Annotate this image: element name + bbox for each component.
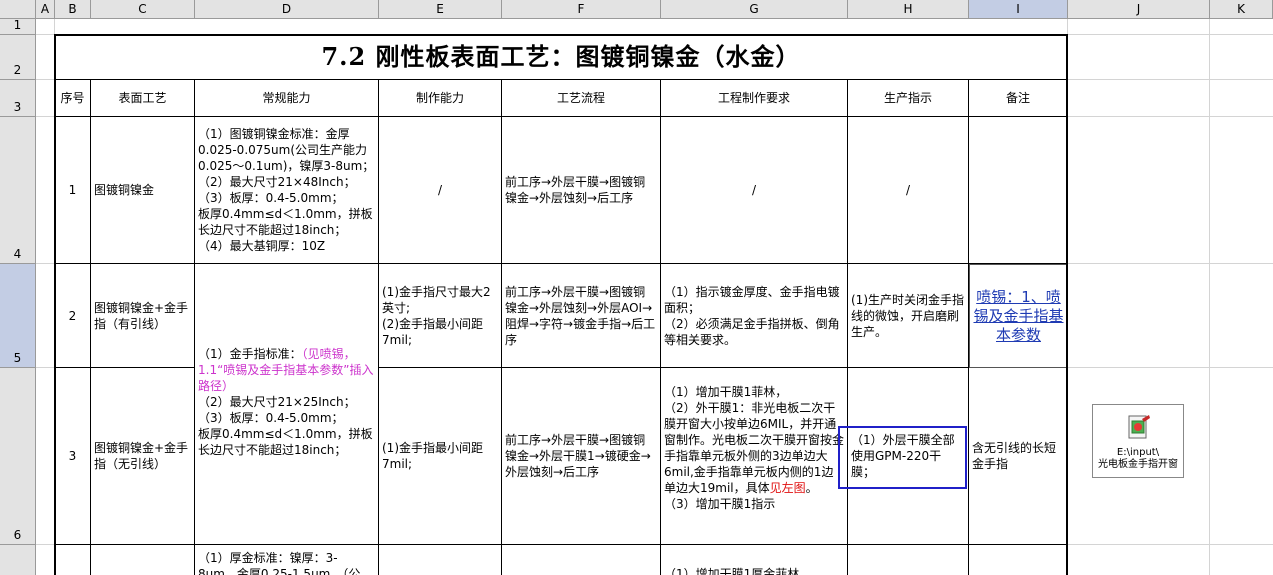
row1-process[interactable]: 图镀铜镍金: [91, 117, 195, 264]
row3-flow[interactable]: 前工序→外层干膜→图镀铜镍金→外层干膜1→镀硬金→外层蚀刻→后工序: [502, 368, 661, 545]
row1-normal-capability[interactable]: （1）图镀铜镍金标准：金厚0.025-0.075um(公司生产能力0.025～0…: [195, 117, 379, 264]
header-normal-capability[interactable]: 常规能力: [195, 80, 379, 117]
row1-production[interactable]: /: [848, 117, 969, 264]
row1-capability[interactable]: /: [379, 117, 502, 264]
row4-normal-capability[interactable]: （1）厚金标准：镍厚：3-8um，金厚0.25-1.5um，（公: [195, 545, 379, 575]
column-header-a[interactable]: A: [36, 0, 55, 19]
row4-production[interactable]: [848, 545, 969, 575]
header-production[interactable]: 生产指示: [848, 80, 969, 117]
row-header-6[interactable]: 6: [0, 368, 36, 545]
remark-hyperlink[interactable]: 喷锡：1、喷锡及金手指基本参数: [973, 288, 1064, 345]
header-no[interactable]: 序号: [55, 80, 91, 117]
engineering-text: （1）增加干膜1菲林， （2）外干膜1：非光电板二次干膜开窗大小按单边6MIL，…: [664, 385, 845, 495]
select-all-corner[interactable]: [0, 0, 36, 19]
package-object-icon: [1128, 415, 1150, 439]
row3-engineering[interactable]: （1）增加干膜1菲林， （2）外干膜1：非光电板二次干膜开窗大小按单边6MIL，…: [661, 368, 848, 545]
row3-capability[interactable]: (1)金手指最小间距7mil;: [379, 368, 502, 545]
column-header-c[interactable]: C: [91, 0, 195, 19]
row3-no[interactable]: 3: [55, 368, 91, 545]
header-capability[interactable]: 制作能力: [379, 80, 502, 117]
column-header-b[interactable]: B: [55, 0, 91, 19]
row4-capability[interactable]: [379, 545, 502, 575]
row-header-4[interactable]: 4: [0, 117, 36, 264]
row1-remark[interactable]: [969, 117, 1068, 264]
normal-capability-line1: （1）金手指标准：: [198, 347, 302, 361]
header-flow[interactable]: 工艺流程: [502, 80, 661, 117]
row3-remark[interactable]: 含无引线的长短金手指: [969, 368, 1068, 545]
row4-flow[interactable]: [502, 545, 661, 575]
row-header-7[interactable]: [0, 545, 36, 575]
sheet-title[interactable]: 7.2 刚性板表面工艺：图镀铜镍金（水金）: [55, 35, 1068, 80]
row3-process[interactable]: 图镀铜镍金+金手指（无引线）: [91, 368, 195, 545]
embedded-object-caption: E:\input\ 光电板金手指开窗: [1098, 447, 1178, 470]
row2-engineering[interactable]: （1）指示镀金厚度、金手指电镀面积； （2）必须满足金手指拼板、倒角等相关要求。: [661, 264, 848, 368]
merged-normal-capability[interactable]: （1）金手指标准：（见喷锡，1.1“喷锡及金手指基本参数”插入路径） （2）最大…: [195, 264, 379, 545]
header-process[interactable]: 表面工艺: [91, 80, 195, 117]
row1-engineering[interactable]: /: [661, 117, 848, 264]
gridline: [1209, 19, 1210, 575]
header-engineering[interactable]: 工程制作要求: [661, 80, 848, 117]
column-header-d[interactable]: D: [195, 0, 379, 19]
row2-capability[interactable]: (1)金手指尺寸最大2英寸; (2)金手指最小间距7mil;: [379, 264, 502, 368]
row4-no[interactable]: [55, 545, 91, 575]
row1-no[interactable]: 1: [55, 117, 91, 264]
row2-process[interactable]: 图镀铜镍金+金手指（有引线）: [91, 264, 195, 368]
row4-engineering[interactable]: （1）增加干膜1厚金菲林: [661, 545, 848, 575]
column-header-j[interactable]: J: [1068, 0, 1210, 19]
column-header-e[interactable]: E: [379, 0, 502, 19]
column-header-f[interactable]: F: [502, 0, 661, 19]
column-header-g[interactable]: G: [661, 0, 848, 19]
engineering-see-left-image: 见左图: [769, 481, 806, 495]
row2-remark-hyperlink-cell[interactable]: 喷锡：1、喷锡及金手指基本参数: [969, 264, 1068, 368]
header-remark[interactable]: 备注: [969, 80, 1068, 117]
row3-production[interactable]: （1）外层干膜全部使用GPM-220干膜；: [848, 368, 969, 545]
row2-production[interactable]: (1)生产时关闭金手指线的微蚀，开启磨刷生产。: [848, 264, 969, 368]
row-header-5[interactable]: 5: [0, 264, 36, 368]
normal-capability-rest: （2）最大尺寸21×25Inch； （3）板厚：0.4-5.0mm； 板厚0.4…: [198, 395, 373, 457]
row-header-2[interactable]: 2: [0, 35, 36, 80]
row4-process[interactable]: [91, 545, 195, 575]
row4-remark[interactable]: [969, 545, 1068, 575]
row-header-3[interactable]: 3: [0, 80, 36, 117]
row2-no[interactable]: 2: [55, 264, 91, 368]
row2-flow[interactable]: 前工序→外层干膜→图镀铜镍金→外层蚀刻→外层AOI→阻焊→字符→镀金手指→后工序: [502, 264, 661, 368]
column-header-i[interactable]: I: [969, 0, 1068, 19]
row1-flow[interactable]: 前工序→外层干膜→图镀铜镍金→外层蚀刻→后工序: [502, 117, 661, 264]
row-header-1[interactable]: 1: [0, 18, 36, 35]
column-header-h[interactable]: H: [848, 0, 969, 19]
embedded-object[interactable]: E:\input\ 光电板金手指开窗: [1092, 404, 1184, 478]
column-header-k[interactable]: K: [1210, 0, 1273, 19]
